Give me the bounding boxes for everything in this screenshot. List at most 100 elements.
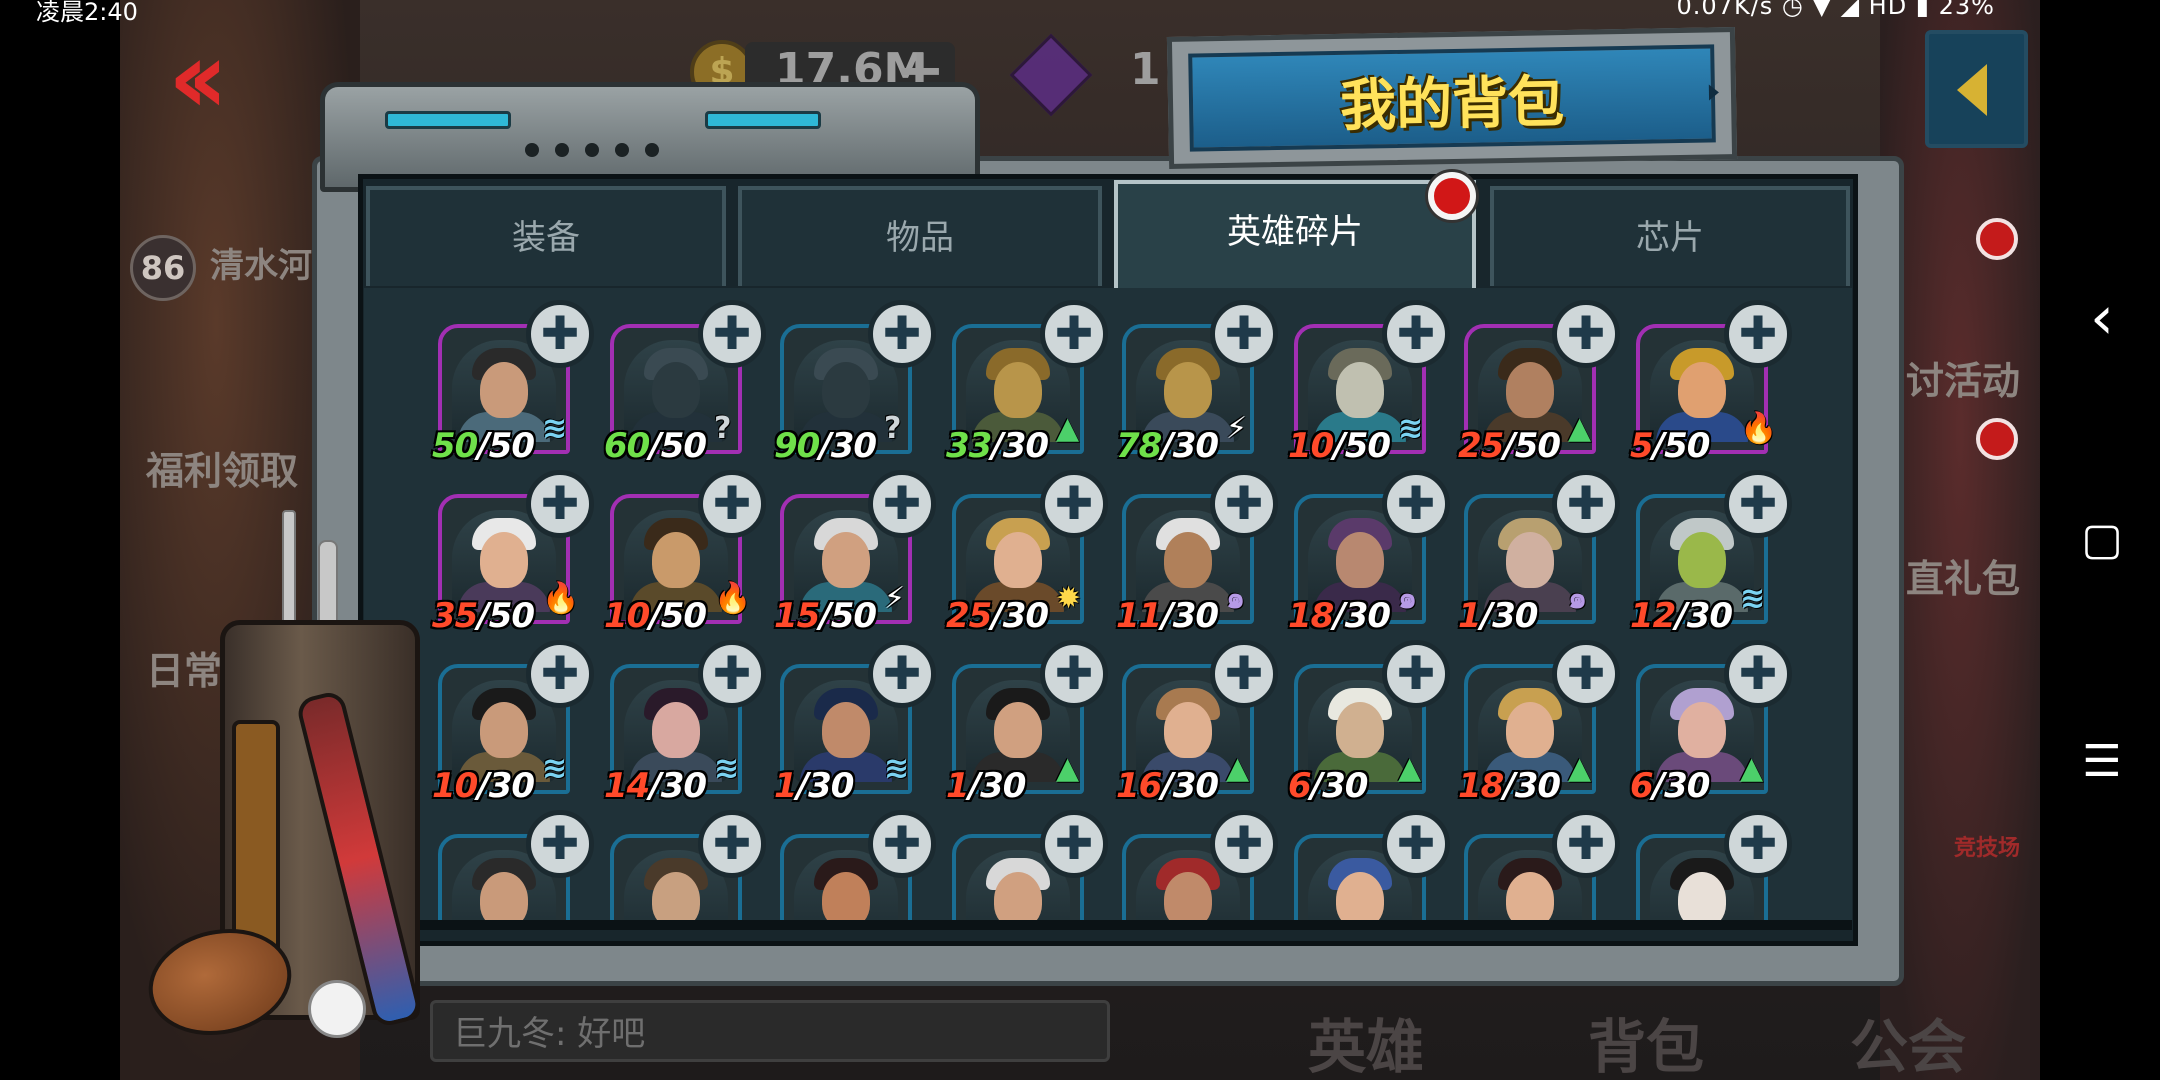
hero-shard-card[interactable]: ✚ 1/30 ▲ — [946, 640, 1108, 806]
hero-shard-card[interactable]: ✚ 50/50 ≋ — [432, 300, 594, 466]
shard-count: 25/50 — [1458, 426, 1561, 466]
hero-shard-card[interactable]: ✚ 1/30 ≋ — [774, 640, 936, 806]
hero-shard-card[interactable]: ✚ 11/30 ๑ — [1116, 470, 1278, 636]
hero-shard-card[interactable]: ✚ 25/30 ✹ — [946, 470, 1108, 636]
shard-required: /30 — [991, 596, 1049, 636]
hero-shard-card[interactable]: ✚ 10/50 ≋ — [1288, 300, 1450, 466]
tab-hero-shards[interactable]: 英雄碎片 — [1114, 180, 1476, 288]
hero-shard-card[interactable]: ✚ 15/50 ⚡ — [774, 470, 936, 636]
hero-face — [480, 532, 528, 588]
tab-equipment[interactable]: 装备 — [366, 186, 726, 286]
hero-shard-card[interactable]: ✚ 10/30 ≋ — [432, 640, 594, 806]
puzzle-piece-icon[interactable]: ✚ — [1552, 640, 1620, 708]
hero-shard-card[interactable]: ✚ — [952, 810, 1108, 928]
hero-shard-card[interactable]: ✚ 16/30 ▲ — [1116, 640, 1278, 806]
puzzle-piece-icon[interactable]: ✚ — [1382, 640, 1450, 708]
event-label[interactable]: 讨活动 — [1906, 350, 2020, 405]
hero-face — [1164, 702, 1212, 758]
back-nav-icon[interactable]: ‹ — [2074, 288, 2130, 348]
hero-shard-card[interactable]: ✚ — [1122, 810, 1278, 928]
hero-shard-card[interactable]: ✚ 18/30 ▲ — [1458, 640, 1620, 806]
water-element-icon: ≋ — [542, 411, 568, 446]
hero-shard-card[interactable]: ✚ 33/30 ▲ — [946, 300, 1108, 466]
hero-shard-card[interactable]: ✚ 25/50 ▲ — [1458, 300, 1620, 466]
chat-message-bar[interactable]: 巨九冬: 好吧 — [430, 1000, 1110, 1062]
shard-owned: 18 — [1288, 596, 1334, 636]
hero-shard-card[interactable]: ✚ — [610, 810, 766, 928]
puzzle-piece-icon[interactable]: ✚ — [868, 300, 936, 368]
puzzle-piece-icon[interactable]: ✚ — [526, 810, 594, 878]
puzzle-piece-icon[interactable]: ✚ — [526, 300, 594, 368]
arena-label[interactable]: 竞技场 — [1954, 830, 2020, 862]
hero-shard-card[interactable]: ✚ 12/30 ≋ — [1630, 470, 1792, 636]
puzzle-piece-icon[interactable]: ✚ — [1724, 640, 1792, 708]
shard-required: /50 — [649, 426, 707, 466]
shard-count: 6/30 — [1630, 766, 1710, 806]
recents-nav-icon[interactable]: ☰ — [2074, 734, 2130, 790]
hero-shard-card[interactable]: ✚ 6/30 ▲ — [1288, 640, 1450, 806]
hero-shard-card[interactable]: ✚ 10/50 🔥 — [604, 470, 766, 636]
puzzle-piece-icon[interactable]: ✚ — [1552, 810, 1620, 878]
shard-required: /30 — [1161, 766, 1219, 806]
puzzle-piece-icon[interactable]: ✚ — [1040, 640, 1108, 708]
puzzle-piece-icon[interactable]: ✚ — [1210, 810, 1278, 878]
hero-face — [480, 362, 528, 418]
puzzle-piece-icon[interactable]: ✚ — [1552, 470, 1620, 538]
puzzle-piece-icon[interactable]: ✚ — [698, 810, 766, 878]
hero-shard-card[interactable]: ✚ 60/50? — [604, 300, 766, 466]
hero-shard-card[interactable]: ✚ — [1636, 810, 1792, 928]
puzzle-piece-icon[interactable]: ✚ — [698, 300, 766, 368]
puzzle-piece-icon[interactable]: ✚ — [1382, 810, 1450, 878]
puzzle-piece-icon[interactable]: ✚ — [1724, 470, 1792, 538]
puzzle-piece-icon[interactable]: ✚ — [1210, 300, 1278, 368]
hero-shard-card[interactable]: ✚ 14/30 ≋ — [604, 640, 766, 806]
hero-shard-card[interactable]: ✚ — [1464, 810, 1620, 928]
hero-face — [1336, 362, 1384, 418]
puzzle-piece-icon[interactable]: ✚ — [868, 470, 936, 538]
bottom-tab-heroes[interactable]: 英雄 — [1308, 1000, 1424, 1080]
right-expand-button[interactable] — [1925, 30, 2028, 148]
shard-required: /50 — [1503, 426, 1561, 466]
shard-count: 25/30 — [946, 596, 1049, 636]
bottom-tab-backpack[interactable]: 背包 — [1588, 1000, 1704, 1080]
puzzle-piece-icon[interactable]: ✚ — [1724, 300, 1792, 368]
puzzle-piece-icon[interactable]: ✚ — [868, 640, 936, 708]
welfare-label[interactable]: 福利领取 — [146, 440, 298, 495]
hero-shard-card[interactable]: ✚ — [780, 810, 936, 928]
hero-face — [1336, 702, 1384, 758]
puzzle-piece-icon[interactable]: ✚ — [1040, 810, 1108, 878]
puzzle-piece-icon[interactable]: ✚ — [526, 640, 594, 708]
tab-items[interactable]: 物品 — [738, 186, 1102, 286]
puzzle-piece-icon[interactable]: ✚ — [698, 470, 766, 538]
puzzle-piece-icon[interactable]: ✚ — [1552, 300, 1620, 368]
hero-shard-card[interactable]: ✚ 5/50 🔥 — [1630, 300, 1792, 466]
puzzle-piece-icon[interactable]: ✚ — [1040, 300, 1108, 368]
clamp-bolt — [525, 143, 539, 157]
puzzle-piece-icon[interactable]: ✚ — [1724, 810, 1792, 878]
home-nav-icon[interactable]: ▢ — [2074, 512, 2130, 568]
hero-shard-card[interactable]: ✚ 6/30 ▲ — [1630, 640, 1792, 806]
puzzle-piece-icon[interactable]: ✚ — [698, 640, 766, 708]
hero-shard-card[interactable]: ✚ 1/30 ๑ — [1458, 470, 1620, 636]
tab-notification-dot — [1428, 172, 1476, 220]
hero-shard-card[interactable]: ✚ — [1294, 810, 1450, 928]
puzzle-piece-icon[interactable]: ✚ — [868, 810, 936, 878]
hero-shard-card[interactable]: ✚ 18/30 ๑ — [1288, 470, 1450, 636]
status-time: 凌晨2:40 — [36, 0, 138, 26]
hero-shard-card[interactable]: ✚ 90/30? — [774, 300, 936, 466]
puzzle-piece-icon[interactable]: ✚ — [1040, 470, 1108, 538]
puzzle-piece-icon[interactable]: ✚ — [1382, 300, 1450, 368]
bottom-tab-guild[interactable]: 公会 — [1850, 1000, 1966, 1080]
hero-shard-card[interactable]: ✚ 35/50 🔥 — [432, 470, 594, 636]
puzzle-piece-icon[interactable]: ✚ — [526, 470, 594, 538]
hero-shard-card[interactable]: ✚ 78/30 ⚡ — [1116, 300, 1278, 466]
puzzle-piece-icon[interactable]: ✚ — [1210, 640, 1278, 708]
gift-pack-label[interactable]: 直礼包 — [1906, 548, 2020, 603]
back-chevron-icon[interactable]: ‹‹ — [168, 28, 229, 128]
hero-shard-card[interactable]: ✚ — [438, 810, 594, 928]
puzzle-piece-icon[interactable]: ✚ — [1210, 470, 1278, 538]
puzzle-piece-icon[interactable]: ✚ — [1382, 470, 1450, 538]
tab-chips[interactable]: 芯片 — [1490, 186, 1850, 286]
mountain-element-icon: ▲ — [1398, 751, 1422, 786]
clamp-bolt — [555, 143, 569, 157]
